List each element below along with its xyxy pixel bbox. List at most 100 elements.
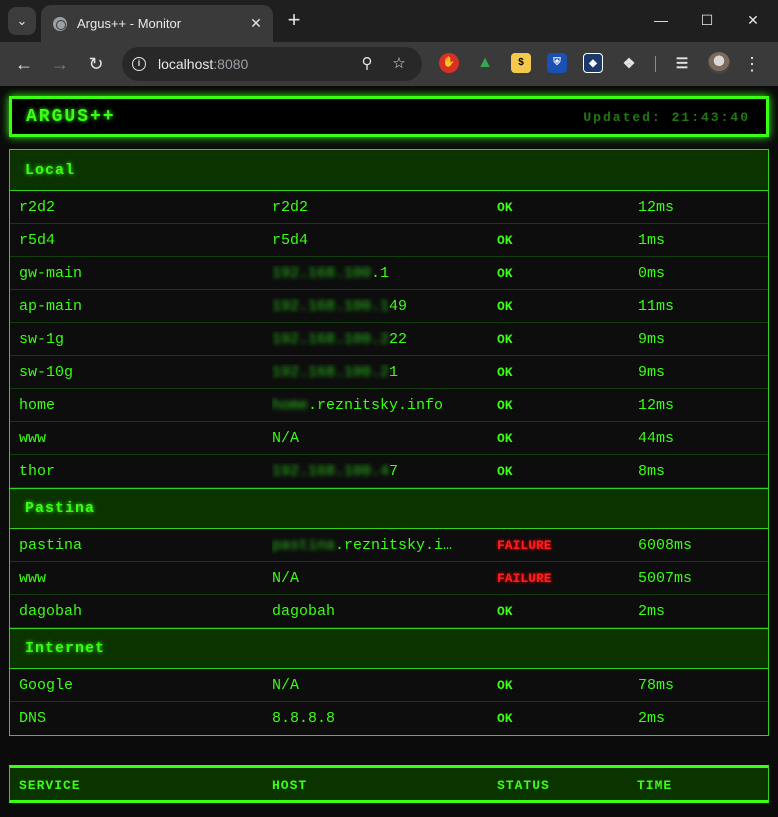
time-cell: 1ms <box>638 232 666 249</box>
status-badge: OK <box>497 711 513 726</box>
new-tab-button[interactable]: + <box>282 9 306 33</box>
redacted-host-part: 192.168.100.1 <box>272 298 390 315</box>
service-cell: pastina <box>19 537 83 554</box>
time-cell: 78ms <box>638 677 675 694</box>
host-cell: N/A <box>272 677 477 694</box>
window-close-icon[interactable]: ✕ <box>730 8 776 34</box>
table-row: home home.reznitsky.info OK 12ms <box>10 389 768 422</box>
status-badge: OK <box>497 332 513 347</box>
host-cell: r2d2 <box>272 199 477 216</box>
bitwarden-extension-icon[interactable]: ◆ <box>583 53 603 73</box>
browser-toolbar: ← → ↻ i localhost:8080 ⚲ ☆ ✋ ▲ $ ⛨ ◆ ❖ ☰… <box>0 42 778 86</box>
service-cell: gw-main <box>19 265 83 282</box>
host-value: 22 <box>389 331 408 348</box>
service-cell: www <box>19 430 47 447</box>
address-bar[interactable]: i localhost:8080 ⚲ ☆ <box>122 47 422 81</box>
minimize-icon[interactable]: — <box>638 8 684 34</box>
redacted-host-part: 192.168.100.2 <box>272 364 390 381</box>
host-value: N/A <box>272 430 300 447</box>
forward-arrow-icon[interactable]: → <box>46 51 74 77</box>
browser-tab-bar: ⌄ Argus++ - Monitor ✕ + — ☐ ✕ <box>0 0 778 42</box>
group-header-pastina: Pastina <box>10 488 768 529</box>
browser-tab[interactable]: Argus++ - Monitor ✕ <box>41 5 273 42</box>
status-badge: FAILURE <box>497 571 552 586</box>
time-cell: 0ms <box>638 265 666 282</box>
site-info-icon[interactable]: i <box>132 57 146 71</box>
host-value: .reznitsky.info <box>308 397 444 414</box>
reading-list-icon[interactable]: ☰ <box>672 53 692 73</box>
time-cell: 5007ms <box>638 570 693 587</box>
column-header-status[interactable]: STATUS <box>497 778 550 793</box>
url-host: localhost <box>158 56 214 72</box>
app-title: ARGUS++ <box>26 107 116 127</box>
column-header-time[interactable]: TIME <box>637 778 672 793</box>
service-cell: DNS <box>19 710 47 727</box>
service-cell: Google <box>19 677 74 694</box>
profile-avatar[interactable] <box>708 52 730 74</box>
host-value: 1 <box>389 364 399 381</box>
redacted-host-part: pastina <box>272 537 336 554</box>
redacted-host-part: home <box>272 397 309 414</box>
host-cell: N/A <box>272 430 477 447</box>
menu-kebab-icon[interactable]: ⋮ <box>742 52 762 76</box>
host-cell: home.reznitsky.info <box>272 397 477 414</box>
host-cell: r5d4 <box>272 232 477 249</box>
time-cell: 9ms <box>638 331 666 348</box>
zoom-icon[interactable]: ⚲ <box>358 55 376 73</box>
back-arrow-icon[interactable]: ← <box>10 51 38 77</box>
service-cell: home <box>19 397 56 414</box>
host-cell: 8.8.8.8 <box>272 710 477 727</box>
host-cell: 192.168.100.149 <box>272 298 477 315</box>
host-cell: 192.168.100.47 <box>272 463 477 480</box>
status-badge: OK <box>497 678 513 693</box>
redacted-host-part: 192.168.100.4 <box>272 463 390 480</box>
time-cell: 44ms <box>638 430 675 447</box>
time-cell: 12ms <box>638 397 675 414</box>
adblock-extension-icon[interactable]: ✋ <box>439 53 459 73</box>
host-cell: dagobah <box>272 603 477 620</box>
globe-icon <box>53 16 67 31</box>
status-badge: OK <box>497 299 513 314</box>
table-row: Google N/A OK 78ms <box>10 669 768 702</box>
host-cell: N/A <box>272 570 477 587</box>
coupon-extension-icon[interactable]: $ <box>511 53 531 73</box>
host-value: 49 <box>389 298 408 315</box>
shield-extension-icon[interactable]: ⛨ <box>547 53 567 73</box>
host-cell: 192.168.100.222 <box>272 331 477 348</box>
host-value: N/A <box>272 570 300 587</box>
bookmark-star-icon[interactable]: ☆ <box>390 55 408 73</box>
service-cell: dagobah <box>19 603 83 620</box>
table-row: gw-main 192.168.100.1 OK 0ms <box>10 257 768 290</box>
table-row: r2d2 r2d2 OK 12ms <box>10 191 768 224</box>
table-row: dagobah dagobah OK 2ms <box>10 595 768 628</box>
page-viewport: ARGUS++ Updated: 21:43:40 Local r2d2 r2d2 O… <box>0 86 778 817</box>
host-cell: 192.168.100.1 <box>272 265 477 282</box>
extensions-puzzle-icon[interactable]: ❖ <box>619 53 639 73</box>
reload-icon[interactable]: ↻ <box>82 51 110 77</box>
status-badge: OK <box>497 233 513 248</box>
time-cell: 11ms <box>638 298 675 315</box>
host-value: dagobah <box>272 603 336 620</box>
service-cell: sw-10g <box>19 364 74 381</box>
status-badge: OK <box>497 266 513 281</box>
toolbar-divider <box>655 56 656 72</box>
maximize-icon[interactable]: ☐ <box>684 8 730 34</box>
updated-timestamp: Updated: 21:43:40 <box>583 110 750 125</box>
time-cell: 2ms <box>638 603 666 620</box>
app-header: ARGUS++ Updated: 21:43:40 <box>9 96 769 137</box>
tab-title: Argus++ - Monitor <box>77 16 182 31</box>
host-value: .reznitsky.i… <box>335 537 453 554</box>
column-header-host[interactable]: HOST <box>272 778 307 793</box>
time-cell: 6008ms <box>638 537 693 554</box>
status-badge: OK <box>497 604 513 619</box>
tab-search-button[interactable]: ⌄ <box>8 7 36 35</box>
service-cell: r5d4 <box>19 232 56 249</box>
host-cell: pastina.reznitsky.i… <box>272 537 477 554</box>
host-value: .1 <box>371 265 390 282</box>
close-icon[interactable]: ✕ <box>245 15 267 32</box>
host-value: r5d4 <box>272 232 309 249</box>
column-header-service[interactable]: SERVICE <box>19 778 81 793</box>
status-badge: OK <box>497 365 513 380</box>
status-badge: OK <box>497 431 513 446</box>
drive-extension-icon[interactable]: ▲ <box>475 53 495 73</box>
